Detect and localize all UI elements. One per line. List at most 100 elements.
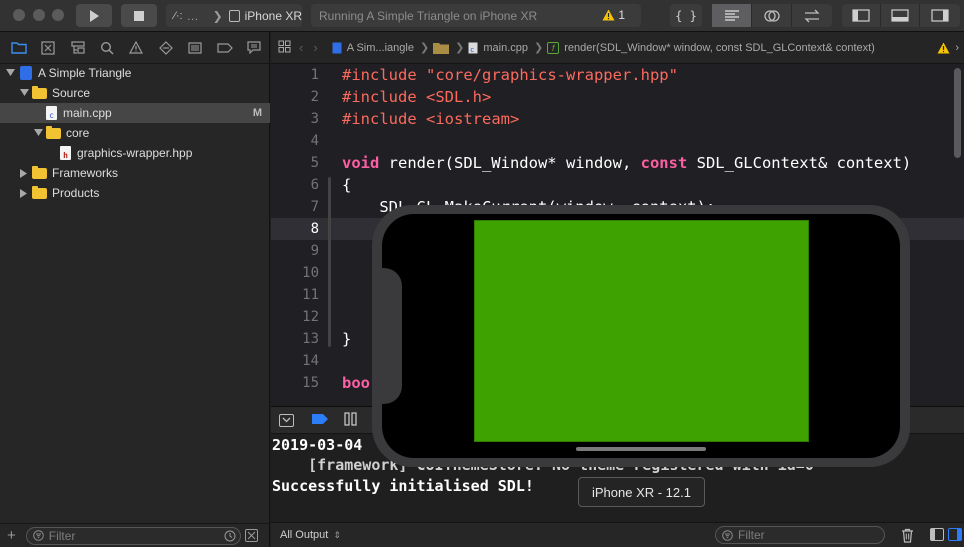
line-number: 13 [302,331,319,347]
debug-navigator-tab[interactable] [181,38,210,58]
editor-mode-control[interactable] [712,4,832,27]
forward-arrow-icon[interactable]: › [313,40,317,55]
breadcrumb-folder[interactable] [433,42,450,54]
disclosure-open-icon[interactable] [33,128,43,138]
stop-button[interactable] [121,4,157,27]
tree-item-products-group[interactable]: Products [0,183,270,203]
svg-text:c: c [470,46,474,54]
library-icon: { } [675,8,697,23]
console-footer: All Output ⇕ Filter [271,522,964,547]
filter-placeholder: Filter [738,528,765,542]
bottom-panel-icon [891,9,909,22]
source-control-filter-icon[interactable] [244,529,258,542]
tree-item-label: Source [52,86,91,100]
breadcrumb-project[interactable]: A Sim...iangle [332,42,414,54]
line-number: 2 [310,89,319,105]
tree-item-label: graphics-wrapper.hpp [77,146,193,160]
magnifier-icon [101,41,114,55]
close-window-button[interactable] [13,9,25,21]
find-navigator-tab[interactable] [92,38,121,58]
recent-files-icon[interactable] [224,530,236,542]
disclosure-open-icon[interactable] [19,88,29,98]
gauge-lines-icon [188,41,202,54]
toggle-inspector-button[interactable] [920,4,960,27]
back-arrow-icon[interactable]: ‹ [299,40,303,55]
tree-item-label: Frameworks [52,166,119,180]
tree-item-label: core [66,126,90,140]
standard-editor-button[interactable] [712,4,752,27]
folder-icon [32,185,47,199]
editor-scrollbar[interactable] [954,68,961,158]
add-icon[interactable]: + [7,527,16,544]
issue-navigator-tab[interactable] [122,38,151,58]
sdl-render-surface[interactable] [474,220,809,442]
console-view-toggle[interactable] [948,528,962,541]
line-number: 9 [310,243,319,259]
version-editor-button[interactable] [792,4,832,27]
warning-count: 1 [618,8,625,22]
scheme-selector[interactable]: ⁄·: … ❯ iPhone XR [166,4,302,27]
output-selector[interactable]: All Output ⇕ [280,529,341,541]
breadcrumb-function[interactable]: f render(SDL_Window* window, const SDL_G… [547,41,875,54]
related-items-icon[interactable] [278,40,291,56]
project-navigator-tab[interactable] [4,38,33,58]
toggle-debug-area-button[interactable] [881,4,920,27]
hide-debug-area-button[interactable] [279,413,294,427]
navigator-filter-input[interactable]: Filter [25,526,241,545]
iphone-xr-simulator[interactable] [372,205,910,467]
assistant-editor-button[interactable] [752,4,792,27]
pause-icon [344,411,357,426]
header-file-icon: h [60,146,71,160]
run-button[interactable] [76,4,112,27]
tree-item-project[interactable]: A Simple Triangle [0,63,270,83]
disclosure-open-icon[interactable] [5,68,15,78]
activity-viewer[interactable]: Running A Simple Triangle on iPhone XR 1 [311,4,641,27]
line-number: 14 [302,353,319,369]
home-indicator[interactable] [576,447,706,451]
tree-item-graphics-wrapper[interactable]: h graphics-wrapper.hpp [0,143,270,163]
source-control-tab[interactable] [33,38,62,58]
right-pane-icon [957,529,961,540]
report-navigator-tab[interactable] [240,38,269,58]
breakpoint-navigator-tab[interactable] [210,38,239,58]
pause-button[interactable] [344,411,357,429]
line-number-gutter: 1 2 3 4 5 6 7 8 9 10 11 12 13 14 15 [271,64,331,405]
warning-indicator[interactable]: 1 [602,8,625,22]
tree-item-main-cpp[interactable]: c main.cpp M [0,103,270,123]
trash-icon [902,528,913,543]
disclosure-closed-icon[interactable] [19,168,29,178]
warning-icon [602,9,615,21]
simulator-screen[interactable] [382,214,900,458]
code-folding-ribbon[interactable] [328,177,331,347]
line-number: 8 [310,221,319,237]
project-file-icon [20,66,32,80]
source-control-icon [41,40,55,55]
play-icon [90,9,99,22]
tree-item-source-group[interactable]: Source [0,83,270,103]
variables-view-toggle[interactable] [930,528,944,541]
disclosure-closed-icon[interactable] [19,188,29,198]
tree-item-frameworks-group[interactable]: Frameworks [0,163,270,183]
toggle-breakpoints-button[interactable] [312,413,328,427]
toggle-navigator-button[interactable] [842,4,881,27]
chevron-right-icon: ❯ [534,42,544,54]
minimize-window-button[interactable] [33,9,45,21]
clear-console-button[interactable] [901,528,914,546]
zoom-window-button[interactable] [52,9,64,21]
jumpbar-issue-indicator[interactable]: › [937,42,959,54]
symbol-navigator-tab[interactable] [63,38,92,58]
test-navigator-tab[interactable] [151,38,180,58]
panel-toggle-control[interactable] [842,4,960,27]
project-file-icon [332,42,342,53]
chevron-right-icon: ❯ [212,8,223,23]
folder-icon [11,42,27,54]
tree-item-core-group[interactable]: core [0,123,270,143]
assistant-rings-icon [763,9,780,22]
code-line-5: void render(SDL_Window* window, const SD… [342,154,912,172]
breadcrumb-file[interactable]: c main.cpp [468,42,528,54]
console-line: 2019-03-04 [272,436,363,454]
library-button[interactable]: { } [670,4,702,27]
breakpoint-icon [217,42,233,53]
console-filter-input[interactable]: Filter [715,526,885,544]
updown-chevron-icon: ⇕ [333,530,341,540]
